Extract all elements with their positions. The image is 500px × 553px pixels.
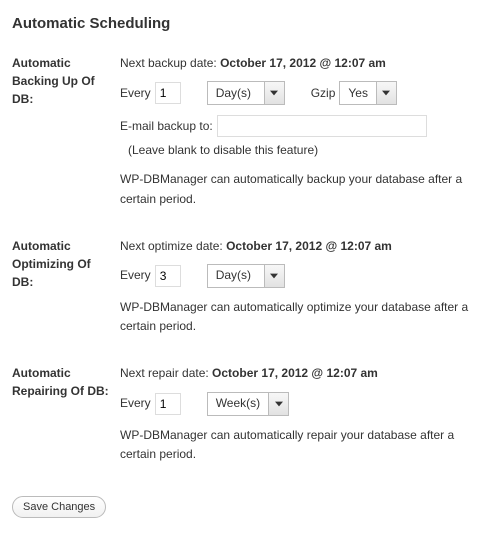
repair-period-select[interactable]: Week(s)	[207, 392, 289, 416]
repair-desc: WP-DBManager can automatically repair yo…	[120, 426, 488, 464]
backup-next-value: October 17, 2012 @ 12:07 am	[220, 56, 386, 70]
chevron-down-icon	[264, 82, 284, 104]
backup-desc: WP-DBManager can automatically backup yo…	[120, 170, 488, 208]
repair-next-prefix: Next repair date:	[120, 366, 212, 380]
repair-every-label: Every	[120, 394, 151, 413]
optimize-desc: WP-DBManager can automatically optimize …	[120, 298, 488, 336]
chevron-down-icon	[376, 82, 396, 104]
backup-period-value: Day(s)	[208, 84, 264, 103]
save-button[interactable]: Save Changes	[12, 496, 106, 518]
optimize-next-value: October 17, 2012 @ 12:07 am	[226, 239, 392, 253]
chevron-down-icon	[268, 393, 288, 415]
optimize-next-date: Next optimize date: October 17, 2012 @ 1…	[120, 237, 488, 256]
backup-every-label: Every	[120, 84, 151, 103]
backup-gzip-label: Gzip	[311, 84, 336, 103]
repair-period-value: Week(s)	[208, 394, 268, 413]
chevron-down-icon	[264, 265, 284, 287]
optimize-period-select[interactable]: Day(s)	[207, 264, 285, 288]
backup-content: Next backup date: October 17, 2012 @ 12:…	[120, 54, 488, 209]
backup-label: Automatic Backing Up Of DB:	[12, 54, 120, 209]
optimize-label: Automatic Optimizing Of DB:	[12, 237, 120, 337]
optimize-interval-row: Every Day(s)	[120, 264, 488, 288]
optimize-every-input[interactable]	[155, 265, 181, 287]
backup-next-date: Next backup date: October 17, 2012 @ 12:…	[120, 54, 488, 73]
repair-label: Automatic Repairing Of DB:	[12, 364, 120, 464]
optimize-every-label: Every	[120, 266, 151, 285]
backup-email-input[interactable]	[217, 115, 427, 137]
backup-gzip-select[interactable]: Yes	[339, 81, 397, 105]
backup-email-hint: (Leave blank to disable this feature)	[128, 141, 318, 160]
backup-gzip-value: Yes	[340, 84, 376, 103]
optimize-content: Next optimize date: October 17, 2012 @ 1…	[120, 237, 488, 337]
page-heading: Automatic Scheduling	[12, 12, 488, 36]
optimize-period-value: Day(s)	[208, 266, 264, 285]
repair-next-date: Next repair date: October 17, 2012 @ 12:…	[120, 364, 488, 383]
repair-interval-row: Every Week(s)	[120, 392, 488, 416]
optimize-next-prefix: Next optimize date:	[120, 239, 226, 253]
backup-section: Automatic Backing Up Of DB: Next backup …	[12, 54, 488, 209]
repair-every-input[interactable]	[155, 393, 181, 415]
repair-section: Automatic Repairing Of DB: Next repair d…	[12, 364, 488, 464]
backup-next-prefix: Next backup date:	[120, 56, 220, 70]
backup-period-select[interactable]: Day(s)	[207, 81, 285, 105]
backup-every-input[interactable]	[155, 82, 181, 104]
backup-email-row: E-mail backup to: (Leave blank to disabl…	[120, 115, 488, 160]
repair-next-value: October 17, 2012 @ 12:07 am	[212, 366, 378, 380]
backup-email-label: E-mail backup to:	[120, 117, 213, 136]
optimize-section: Automatic Optimizing Of DB: Next optimiz…	[12, 237, 488, 337]
repair-content: Next repair date: October 17, 2012 @ 12:…	[120, 364, 488, 464]
backup-interval-row: Every Day(s) Gzip Yes	[120, 81, 488, 105]
